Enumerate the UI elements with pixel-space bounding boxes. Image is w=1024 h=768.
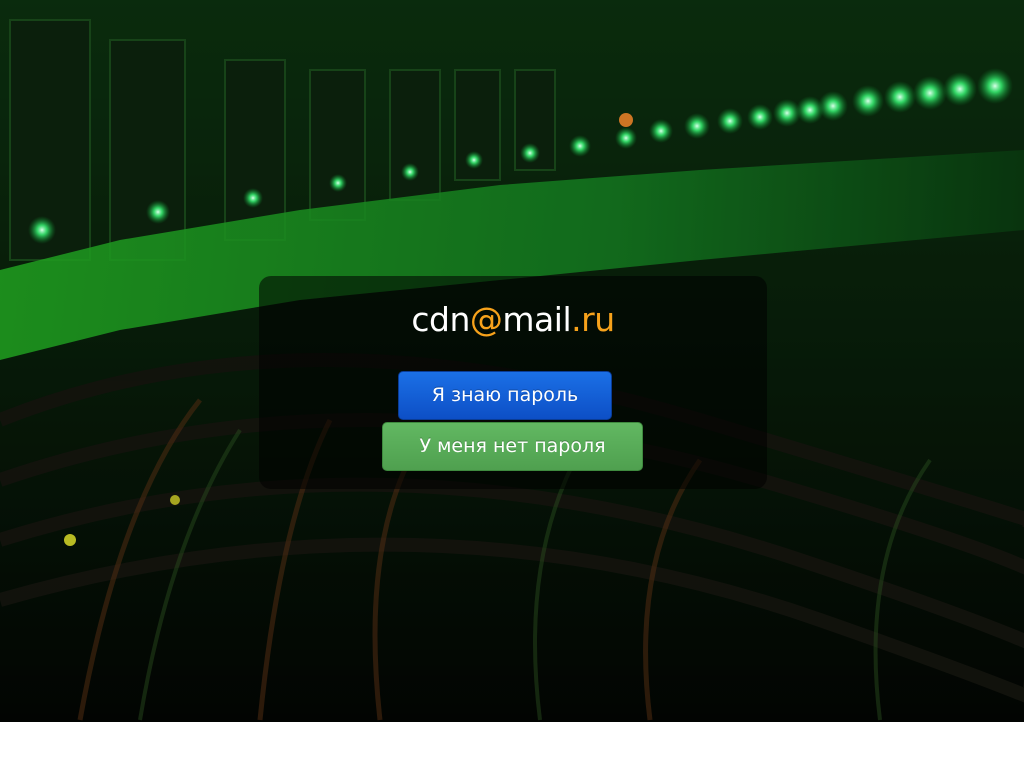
logo-dot: . bbox=[571, 300, 582, 339]
know-password-button[interactable]: Я знаю пароль bbox=[398, 371, 612, 420]
logo-cdn-text: cdn bbox=[411, 300, 470, 339]
logo-at-sign: @ bbox=[469, 300, 503, 339]
no-password-button[interactable]: У меня нет пароля bbox=[382, 422, 643, 471]
cdn-mail-ru-logo: cdn@mail.ru bbox=[259, 300, 767, 340]
login-choice-panel: cdn@mail.ru Я знаю пароль У меня нет пар… bbox=[259, 276, 767, 489]
logo-tld: ru bbox=[581, 300, 615, 339]
logo-mail-text: mail bbox=[502, 300, 572, 339]
